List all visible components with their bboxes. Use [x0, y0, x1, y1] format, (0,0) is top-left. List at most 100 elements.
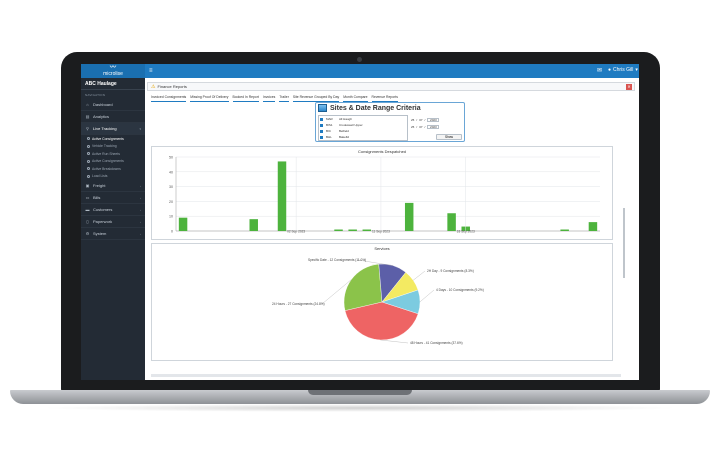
pie-leader-line: [413, 270, 426, 281]
bar-chart-panel: Consignments Despatched 0 10 20 30 40 50 02 Se…: [151, 146, 613, 240]
site-code: BIC: [326, 129, 332, 133]
pie-slice-label: 4 Days - 10 Consignments (9.2%): [436, 288, 484, 292]
sidebar-subitem-label: Active Consignments: [92, 136, 124, 141]
mail-icon[interactable]: ✉: [597, 67, 602, 74]
paper-icon: ▯: [86, 219, 89, 224]
laptop-lid: 〰 microlise ≡ ✉ ● Chris Gill ▾ ABC Haula…: [61, 52, 660, 393]
tab-missing-pod[interactable]: Missing Proof Of Delivery: [190, 95, 229, 102]
circle-icon: [87, 159, 90, 163]
sidebar-item-live-tracking[interactable]: ⚲ Live Tracking ▾: [81, 123, 145, 135]
site-row[interactable]: BHL Bakefld: [319, 134, 407, 140]
brand-logo[interactable]: 〰 microlise: [81, 64, 145, 78]
sidebar-item-system[interactable]: ⚙ System ›: [81, 228, 145, 240]
pie-slice-label: Specific Date - 12 Consignments (11.0%): [308, 258, 366, 262]
date-day: 25: [411, 124, 415, 129]
sidebar-subitem[interactable]: Active Run Sheets: [81, 150, 145, 158]
circle-icon: [87, 144, 90, 148]
app-screen: 〰 microlise ≡ ✉ ● Chris Gill ▾ ABC Haula…: [81, 64, 639, 380]
circle-icon: [87, 137, 90, 141]
show-button[interactable]: Show: [436, 134, 462, 140]
tab-booked-in-report[interactable]: Booked In Report: [232, 95, 259, 102]
checkbox-icon[interactable]: [320, 123, 323, 127]
sidebar-item-paperwork[interactable]: ▯ Paperwork ›: [81, 216, 145, 228]
sidebar-item-freight[interactable]: ▣ Freight ›: [81, 180, 145, 192]
sidebar-item-label: Paperwork: [93, 219, 113, 224]
date-month: 07: [419, 124, 423, 129]
bill-icon: ▭: [85, 195, 90, 200]
pie-chart-title: Services: [374, 246, 390, 251]
bar: [249, 219, 258, 231]
criteria-panel: Sites & Date Range Criteria MAR All Haugh…: [315, 102, 465, 142]
user-menu[interactable]: ● Chris Gill ▾: [608, 67, 638, 73]
site-name: Belfield: [339, 129, 349, 133]
sidebar-subitem[interactable]: Active Breakdowns: [81, 165, 145, 173]
user-avatar-icon: ●: [608, 67, 612, 73]
date-from[interactable]: 25/07/2023: [411, 116, 440, 123]
checkbox-icon[interactable]: [320, 129, 323, 133]
bar: [447, 213, 456, 231]
site-name: Bakefld: [339, 135, 350, 139]
pie-chart: 48 Hours - 41 Consignments (37.6%) 24 Hou…: [272, 258, 484, 345]
site-name: All Haugh: [339, 117, 353, 121]
tab-site-revenue[interactable]: Site Revenue Grouped By Day: [292, 95, 340, 102]
close-icon[interactable]: ✕: [626, 84, 632, 90]
user-name: Chris Gill: [613, 67, 634, 73]
date-to[interactable]: 25/07/2023: [411, 123, 440, 130]
chevron-down-icon: ▾: [635, 67, 638, 73]
brand-name: microlise: [103, 71, 123, 77]
laptop-shadow: [40, 404, 680, 412]
date-range: 25/07/2023 25/07/2023: [411, 116, 440, 130]
sidebar-subitem-label: Active Run Sheets: [92, 151, 120, 156]
bar: [404, 202, 414, 231]
sidebar-item-customers[interactable]: ▬ Customers ›: [81, 204, 145, 216]
sidebar-item-bills[interactable]: ▭ Bills ›: [81, 192, 145, 204]
chevron-down-icon: ▾: [139, 126, 141, 131]
horizontal-scrollbar[interactable]: [151, 374, 621, 377]
x-tick-label: 11 Sep 2023: [372, 230, 390, 234]
site-list[interactable]: MAR All Haugh BIS1 Crookswell Upper BIC Bel…: [318, 115, 408, 141]
pie-slice-label: 48 Hours - 41 Consignments (37.6%): [410, 341, 463, 345]
circle-icon: [87, 167, 90, 171]
sidebar-subitem[interactable]: Active Consignments: [81, 158, 145, 166]
laptop-mockup: 〰 microlise ≡ ✉ ● Chris Gill ▾ ABC Haula…: [0, 0, 720, 450]
bar: [348, 229, 357, 231]
sidebar-item-label: Live Tracking: [93, 126, 117, 131]
chevron-right-icon: ›: [140, 231, 141, 236]
pin-icon: ⚲: [86, 126, 89, 131]
checkbox-icon[interactable]: [320, 135, 323, 139]
tab-revenue-reports[interactable]: Revenue Reports: [371, 95, 398, 102]
sidebar-subitem-label: Active Consignments: [92, 159, 124, 164]
checkbox-icon[interactable]: [320, 117, 323, 121]
tab-trailer[interactable]: Trailer: [279, 95, 289, 102]
report-window-header: ⚠ Finance Reports ✕: [147, 82, 635, 91]
tab-invoiced-consignments[interactable]: Invoiced Consignments: [151, 95, 187, 102]
bar: [334, 229, 343, 231]
pie-slice-label: 24 Hours - 27 Consignments (24.8%): [272, 302, 325, 306]
sidebar-subitem-label: Load Lists: [92, 174, 108, 179]
circle-icon: [87, 174, 90, 178]
x-tick-label: 02 Sep 2023: [287, 230, 305, 234]
bar: [277, 161, 287, 231]
tab-invoices[interactable]: Invoices: [262, 95, 276, 102]
vertical-scrollbar[interactable]: [623, 208, 625, 278]
sidebar-item-dashboard[interactable]: ⌂ Dashboard: [81, 99, 145, 111]
criteria-title: Sites & Date Range Criteria: [330, 104, 421, 112]
site-code: MAR: [326, 117, 333, 121]
date-year: 2023: [427, 124, 440, 129]
tab-month-compare[interactable]: Month Compare: [343, 95, 368, 102]
sidebar-item-analytics[interactable]: ▤ Analytics: [81, 111, 145, 123]
bar: [560, 229, 569, 231]
bar-chart: 0 10 20 30 40 50 02 Sep 2023 11 Sep 2023 18 Sep …: [169, 156, 600, 234]
sidebar-item-label: Dashboard: [93, 102, 113, 107]
warning-icon: ⚠: [151, 83, 156, 90]
bar: [362, 229, 372, 231]
menu-toggle-icon[interactable]: ≡: [149, 68, 155, 74]
sidebar: ABC Haulage NAVIGATION ⌂ Dashboard ▤ Ana…: [81, 78, 145, 380]
laptop-notch: [308, 390, 412, 395]
sidebar-subitem[interactable]: Active Consignments: [81, 135, 145, 143]
sidebar-subitem[interactable]: Vehicle Tracking: [81, 143, 145, 151]
bar: [588, 222, 598, 231]
report-tabs: Invoiced Consignments Missing Proof Of D…: [151, 95, 631, 102]
main-content: ⚠ Finance Reports ✕ Invoiced Consignment…: [145, 78, 639, 380]
sidebar-subitem[interactable]: Load Lists: [81, 173, 145, 181]
